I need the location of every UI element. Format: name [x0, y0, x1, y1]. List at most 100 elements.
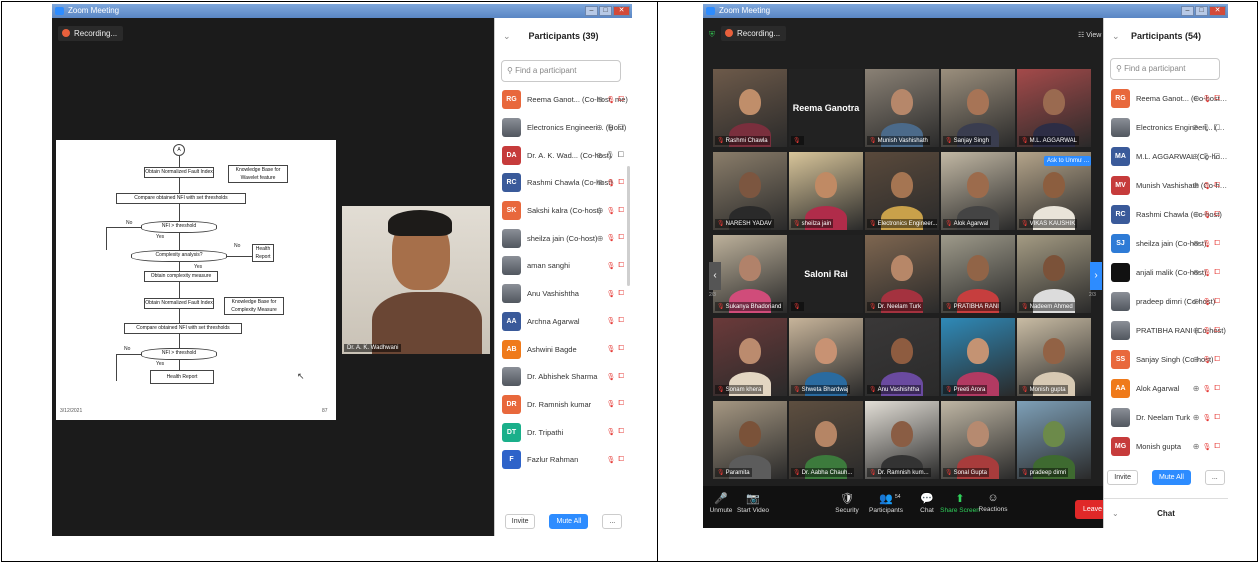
chevron-down-icon[interactable]: ⌄ [503, 18, 511, 54]
close-button[interactable]: ✕ [1209, 6, 1226, 16]
avatar: RG [502, 90, 521, 110]
next-page-arrow[interactable]: › [1090, 262, 1102, 290]
maximize-button[interactable]: □ [599, 6, 612, 16]
share-status-icon: ⊕ [1192, 152, 1199, 161]
video-tile[interactable]: 🎙Preeti Arora [941, 318, 1015, 396]
tile-name: pradeep dimri [1029, 470, 1067, 476]
chevron-down-icon[interactable]: ⌄ [1112, 499, 1119, 528]
close-button[interactable]: ✕ [613, 6, 630, 16]
video-tile[interactable]: 🎙Alok Agarwal [941, 152, 1015, 230]
participant-row[interactable]: RG Reema Ganot... (Co-host, me) ⊕ 🎙 ⧠ [1104, 84, 1228, 113]
video-tile[interactable]: 🎙NARESH YADAV [713, 152, 787, 230]
speaker-video[interactable]: Dr. A. K. Wadhwani [342, 206, 490, 354]
reactions-button[interactable]: ☺ Reactions [973, 492, 1013, 513]
tile-name: Dr. Neelam Turk [877, 304, 921, 310]
maximize-button[interactable]: □ [1195, 6, 1208, 16]
more-button[interactable]: ... [602, 514, 623, 529]
participant-row[interactable]: pradeep dimri (Co-host) ⊕ 🎙 ⧠ [1104, 287, 1228, 316]
recording-indicator[interactable]: Recording... [721, 26, 787, 41]
participant-row[interactable]: F Fazlur Rahman 🎙 ⧠ [495, 446, 632, 474]
security-button[interactable]: 🛡 Security [827, 492, 867, 514]
invite-button[interactable]: Invite [1107, 470, 1138, 485]
minimize-button[interactable]: – [1181, 6, 1194, 16]
video-tile[interactable]: 🎙Dr. Ramnish kum... [865, 401, 939, 479]
participant-row[interactable]: MV Munish Vashishath (Co-host) ⊕ 🎙 ⧠ [1104, 171, 1228, 200]
participant-row[interactable]: aman sanghi 🎙 ⧠ [495, 252, 632, 280]
video-tile[interactable]: 🎙Dr. Neelam Turk [865, 235, 939, 313]
search-input[interactable]: ⚲ Find a participant [501, 60, 621, 82]
share-status-icon: ⊕ [1192, 355, 1200, 364]
mute-all-button[interactable]: Mute All [1151, 470, 1191, 485]
prev-page-arrow[interactable]: ‹ [709, 262, 721, 290]
tile-name: Sukanya Bhadoriand [725, 304, 782, 310]
participant-row[interactable]: AA Alok Agarwal ⊕ 🎙 ⧠ [1104, 374, 1228, 403]
participant-row[interactable]: sheilza jain (Co-host) ⊕ 🎙 ⧠ [495, 224, 632, 252]
video-tile[interactable]: 🎙PRATIBHA RANI [941, 235, 1015, 313]
microphone-muted-icon: 🎙 [606, 346, 616, 354]
participant-row[interactable]: PRATIBHA RANI (Co-host) ⊕ 🎙 ⧠ [1104, 316, 1228, 345]
participant-status: 🎙 ⧠ [607, 391, 625, 419]
video-off-icon: ⧠ [1214, 268, 1220, 276]
minimize-button[interactable]: – [585, 6, 598, 16]
video-tile[interactable]: 🎙Sukanya Bhadoriand [713, 235, 787, 313]
video-tile[interactable]: 🎙Electronics Engineer... [865, 152, 939, 230]
participant-row[interactable]: DA Dr. A. K. Wad... (Co-host) ⊕ 🎙 ⧠ [495, 141, 632, 169]
video-tile[interactable]: 🎙Monish gupta [1017, 318, 1091, 396]
video-tile[interactable]: 🎙Dr. Aabha Chauh... [789, 401, 863, 479]
shield-icon[interactable]: ⛨ [709, 30, 715, 40]
flow-arrow [179, 309, 180, 323]
video-tile[interactable]: 🎙Sanjay Singh [941, 69, 1015, 147]
avatar [1111, 408, 1130, 427]
participant-row[interactable]: Dr. Neelam Turk ⊕ 🎙 ⧠ [1104, 403, 1228, 432]
more-button[interactable]: ... [1204, 470, 1225, 485]
participant-row[interactable]: SK Sakshi kalra (Co-host) ⊕ 🎙 ⧠ [495, 197, 632, 225]
invite-button[interactable]: Invite [504, 514, 536, 529]
video-tile[interactable]: 🎙Shweta Bhardwaj [789, 318, 863, 396]
view-button[interactable]: ☷ View [1078, 31, 1101, 39]
video-tile[interactable]: 🎙M.L. AGGARWAL [1017, 69, 1091, 147]
video-tile[interactable]: Reema Ganotra 🎙 [789, 69, 863, 147]
security-icon: 🛡 [840, 493, 854, 505]
search-input[interactable]: ⚲ Find a participant [1110, 58, 1220, 80]
video-tile[interactable]: Saloni Rai 🎙 [789, 235, 863, 313]
speaker-hair [388, 210, 452, 236]
participant-row[interactable]: Dr. Abhishek Sharma 🎙 ⧠ [495, 363, 632, 391]
mute-all-button[interactable]: Mute All [549, 514, 589, 529]
video-off-icon: ⧠ [618, 317, 624, 325]
video-tile[interactable]: 🎙Sonal Gupta [941, 401, 1015, 479]
slide-number: 87 [322, 408, 328, 414]
video-tile[interactable]: 🎙Sonam khera [713, 318, 787, 396]
start-video-button[interactable]: 📷 Start Video [733, 492, 773, 514]
video-tile[interactable]: 🎙Munish Vashishath [865, 69, 939, 147]
recording-indicator[interactable]: Recording... [58, 26, 124, 41]
video-tile[interactable]: 🎙Nadeem Ahmed [1017, 235, 1091, 313]
participant-row[interactable]: RG Reema Ganot... (Co-host, me) ⊕ 🎙 ⧠ [495, 86, 632, 114]
participant-row[interactable]: Anu Vashishtha 🎙 ⧠ [495, 280, 632, 308]
participant-row[interactable]: Electronics Engineeri... (Host) ⊕ 🎙 ⧠ [1104, 113, 1228, 142]
chevron-down-icon[interactable]: ⌄ [1112, 18, 1120, 54]
microphone-muted-icon: 🎙 [717, 221, 725, 227]
participant-row[interactable]: SJ sheilza jain (Co-host) ⊕ 🎙 ⧠ [1104, 229, 1228, 258]
participant-row[interactable]: MG Monish gupta ⊕ 🎙 ⧠ [1104, 432, 1228, 461]
participant-row[interactable]: Electronics Engineeri... (Host) ⊕ 🎙 ⧠ [495, 114, 632, 142]
participant-row[interactable]: SS Sanjay Singh (Co-host) ⊕ 🎙 ⧠ [1104, 345, 1228, 374]
microphone-muted-icon: 🎙 [1202, 414, 1212, 422]
participant-row[interactable]: DR Dr. Ramnish kumar 🎙 ⧠ [495, 391, 632, 419]
video-tile[interactable]: 🎙pradeep dimri [1017, 401, 1091, 479]
microphone-muted-icon: 🎙 [605, 124, 615, 132]
participant-row[interactable]: anjali malik (Co-host) ⊕ 🎙 ⧠ [1104, 258, 1228, 287]
more-options-icon[interactable]: … [1082, 156, 1091, 166]
video-tile[interactable]: 🎙Anu Vashishtha [865, 318, 939, 396]
participant-row[interactable]: DT Dr. Tripathi 🎙 ⧠ [495, 418, 632, 446]
scrollbar[interactable] [627, 166, 630, 286]
participant-row[interactable]: MA M.L. AGGARWAL (Co-host) ⊕ 🎙 ⧠ [1104, 142, 1228, 171]
video-tile[interactable]: 🎙Rashmi Chawla [713, 69, 787, 147]
flow-box: Knowledge Base for Wavelet feature [228, 165, 288, 183]
video-tile[interactable]: 🎙Paramita [713, 401, 787, 479]
participant-status: ⊕ 🎙 ⧠ [597, 197, 624, 225]
participant-row[interactable]: RC Rashmi Chawla (Co-host) ⊕ 🎙 ⧠ [1104, 200, 1228, 229]
participant-row[interactable]: AB Ashwini Bagde 🎙 ⧠ [495, 335, 632, 363]
participant-row[interactable]: AA Archna Agarwal 🎙 ⧠ [495, 308, 632, 336]
participant-row[interactable]: RC Rashmi Chawla (Co-host) ⊕ 🎙 ⧠ [495, 169, 632, 197]
video-tile[interactable]: 🎙sheilza jain [789, 152, 863, 230]
